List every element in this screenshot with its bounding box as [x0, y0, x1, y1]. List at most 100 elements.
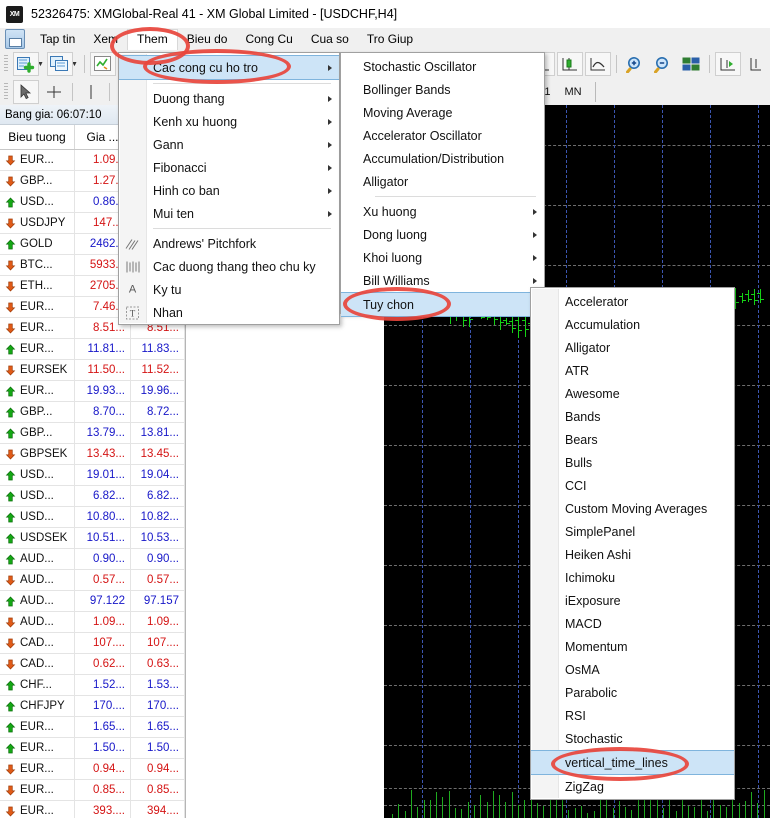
menu-item-stochastic[interactable]: Stochastic [531, 727, 734, 750]
menu-item-nhan[interactable]: T Nhan [119, 301, 339, 324]
table-row[interactable]: AUD... 97.122 97.157 [0, 591, 185, 612]
menu-item-accelerator-oscillator[interactable]: Accelerator Oscillator [341, 124, 544, 147]
symbol-label: GBPSEK [20, 448, 68, 460]
table-row[interactable]: EURSEK 11.50... 11.52... [0, 360, 185, 381]
table-row[interactable]: USD... 6.82... 6.82... [0, 486, 185, 507]
menu-item-iexposure[interactable]: iExposure [531, 589, 734, 612]
bid-cell: 97.122 [75, 591, 131, 611]
table-row[interactable]: EUR... 1.50... 1.50... [0, 738, 185, 759]
menu-cong-cu[interactable]: Cong Cu [236, 29, 301, 50]
menu-item-zigzag[interactable]: ZigZag [531, 775, 734, 798]
table-row[interactable]: GBP... 13.79... 13.81... [0, 423, 185, 444]
menu-item-rsi[interactable]: RSI [531, 704, 734, 727]
table-row[interactable]: EUR... 19.93... 19.96... [0, 381, 185, 402]
menu-item-accelerator[interactable]: Accelerator [531, 290, 734, 313]
menu-item-moving-average[interactable]: Moving Average [341, 101, 544, 124]
chart-volume-bar [719, 805, 721, 818]
menu-item-custom-moving-averages[interactable]: Custom Moving Averages [531, 497, 734, 520]
cursor-icon[interactable] [13, 79, 39, 104]
table-row[interactable]: USD... 10.80... 10.82... [0, 507, 185, 528]
menu-item-fibonacci[interactable]: Fibonacci [119, 156, 339, 179]
menu-item-simplepanel[interactable]: SimplePanel [531, 520, 734, 543]
table-row[interactable]: EUR... 11.81... 11.83... [0, 339, 185, 360]
table-row[interactable]: EUR... 0.85... 0.85... [0, 780, 185, 801]
menu-item-hinh-co-ban[interactable]: Hinh co ban [119, 179, 339, 202]
timeframe-mn[interactable]: MN [558, 86, 589, 98]
table-row[interactable]: AUD... 0.90... 0.90... [0, 549, 185, 570]
menu-item-bears[interactable]: Bears [531, 428, 734, 451]
insert-menu[interactable]: Cac cong cu ho tro Duong thang Kenh xu huo… [118, 52, 340, 325]
table-row[interactable]: EUR... 1.65... 1.65... [0, 717, 185, 738]
vertical-line-icon[interactable] [78, 80, 104, 104]
table-row[interactable]: USD... 19.01... 19.04... [0, 465, 185, 486]
menu-item-ky-tu[interactable]: A Ky tu [119, 278, 339, 301]
menu-item-cac-duong-thang-theo-chu-ky[interactable]: Cac duong thang theo chu ky [119, 255, 339, 278]
menu-item-osma[interactable]: OsMA [531, 658, 734, 681]
menu-item-accumulation[interactable]: Accumulation [531, 313, 734, 336]
arrow-up-icon [5, 595, 16, 607]
menu-item-gann[interactable]: Gann [119, 133, 339, 156]
crosshair-icon[interactable] [41, 80, 67, 104]
candlestick-chart-icon[interactable] [557, 52, 583, 76]
menu-tap-tin[interactable]: Tap tin [31, 29, 84, 50]
menu-item-xu-huong[interactable]: Xu huong [341, 200, 544, 223]
menu-item-khoi-luong[interactable]: Khoi luong [341, 246, 544, 269]
new-order-icon[interactable] [13, 52, 39, 76]
table-row[interactable]: AUD... 0.57... 0.57... [0, 570, 185, 591]
menu-item-atr[interactable]: ATR [531, 359, 734, 382]
line-chart-icon[interactable] [585, 52, 611, 76]
menu-item-stochastic-oscillator[interactable]: Stochastic Oscillator [341, 55, 544, 78]
table-row[interactable]: GBPSEK 13.43... 13.45... [0, 444, 185, 465]
table-row[interactable]: CHFJPY 170.... 170.... [0, 696, 185, 717]
symbol-cell: GBP... [0, 423, 75, 443]
menu-item-cci[interactable]: CCI [531, 474, 734, 497]
menu-item-macd[interactable]: MACD [531, 612, 734, 635]
menu-item-awesome[interactable]: Awesome [531, 382, 734, 405]
table-row[interactable]: USDSEK 10.51... 10.53... [0, 528, 185, 549]
menu-item-momentum[interactable]: Momentum [531, 635, 734, 658]
menu-xem[interactable]: Xem [84, 29, 127, 50]
linestudies-grip[interactable] [4, 82, 8, 101]
menu-item-ichimoku[interactable]: Ichimoku [531, 566, 734, 589]
menu-item-bill-williams[interactable]: Bill Williams [341, 269, 544, 292]
menu-item-bands[interactable]: Bands [531, 405, 734, 428]
menu-item-parabolic[interactable]: Parabolic [531, 681, 734, 704]
menu-tro-giup[interactable]: Tro Giup [358, 29, 422, 50]
profiles-icon[interactable] [89, 52, 116, 76]
tile-windows-icon[interactable] [678, 52, 704, 76]
menu-item-heiken-ashi[interactable]: Heiken Ashi [531, 543, 734, 566]
menu-item-duong-thang[interactable]: Duong thang [119, 87, 339, 110]
toolbar-grip[interactable] [4, 55, 8, 73]
column-header-symbol[interactable]: Bieu tuong [0, 125, 75, 149]
autoscroll-icon[interactable] [715, 52, 741, 76]
table-row[interactable]: EUR... 393.... 394.... [0, 801, 185, 818]
indicators-submenu[interactable]: Stochastic Oscillator Bollinger Bands Movi… [340, 52, 545, 317]
table-row[interactable]: CAD... 107.... 107.... [0, 633, 185, 654]
menu-item-bulls[interactable]: Bulls [531, 451, 734, 474]
menu-item-andrews-pitchfork[interactable]: Andrews' Pitchfork [119, 232, 339, 255]
table-row[interactable]: AUD... 1.09... 1.09... [0, 612, 185, 633]
zoom-out-icon[interactable] [650, 52, 676, 76]
menu-item-kenh-xu-huong[interactable]: Kenh xu huong [119, 110, 339, 133]
menu-item-bollinger-bands[interactable]: Bollinger Bands [341, 78, 544, 101]
menu-item-dong-luong[interactable]: Dong luong [341, 223, 544, 246]
menu-item-accumulation-distribution[interactable]: Accumulation/Distribution [341, 147, 544, 170]
table-row[interactable]: CHF... 1.52... 1.53... [0, 675, 185, 696]
menu-cua-so[interactable]: Cua so [302, 29, 358, 50]
menu-item-cac-cong-cu-ho-tro[interactable]: Cac cong cu ho tro [119, 55, 339, 80]
menu-bieu-do[interactable]: Bieu do [178, 29, 237, 50]
menu-item-mui-ten[interactable]: Mui ten [119, 202, 339, 225]
menu-item-tuy-chon[interactable]: Tuy chon [341, 292, 544, 317]
table-row[interactable]: EUR... 0.94... 0.94... [0, 759, 185, 780]
table-row[interactable]: GBP... 8.70... 8.72... [0, 402, 185, 423]
zoom-in-icon[interactable] [622, 52, 648, 76]
menu-item-alligator[interactable]: Alligator [341, 170, 544, 193]
ask-cell: 11.83... [131, 339, 185, 359]
new-chart-icon[interactable] [46, 52, 73, 76]
menu-item-alligator[interactable]: Alligator [531, 336, 734, 359]
table-row[interactable]: CAD... 0.62... 0.63... [0, 654, 185, 675]
custom-indicators-submenu[interactable]: Accelerator Accumulation Alligator ATR Aweso… [530, 287, 735, 800]
chart-shift-icon[interactable] [743, 52, 769, 76]
menu-them[interactable]: Them [127, 28, 178, 50]
menu-item-vertical-time-lines[interactable]: vertical_time_lines [531, 750, 734, 775]
